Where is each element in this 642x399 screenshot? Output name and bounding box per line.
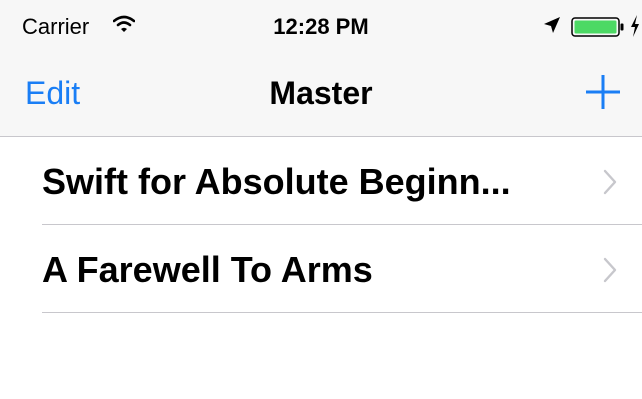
status-bar: Carrier 12:28 PM <box>0 0 642 58</box>
nav-title: Master <box>269 75 373 111</box>
list-item[interactable]: A Farewell To Arms <box>0 225 642 313</box>
master-screen: Carrier 12:28 PM Edit Master Swift for A… <box>0 0 642 399</box>
plus-icon[interactable] <box>583 72 623 112</box>
charging-bolt-icon <box>631 15 639 37</box>
row-separator <box>42 312 642 313</box>
location-arrow-icon <box>544 17 560 33</box>
book-list: Swift for Absolute Beginn... A Farewell … <box>0 137 642 313</box>
chevron-right-icon <box>603 257 617 283</box>
chevron-right-icon <box>603 169 617 195</box>
list-item[interactable]: Swift for Absolute Beginn... <box>0 137 642 225</box>
list-item-label: A Farewell To Arms <box>42 249 373 290</box>
top-bar: Carrier 12:28 PM Edit Master <box>0 0 642 137</box>
navigation-bar: Edit Master <box>0 58 642 137</box>
list-item-label: Swift for Absolute Beginn... <box>42 161 511 202</box>
battery-icon <box>571 17 624 37</box>
